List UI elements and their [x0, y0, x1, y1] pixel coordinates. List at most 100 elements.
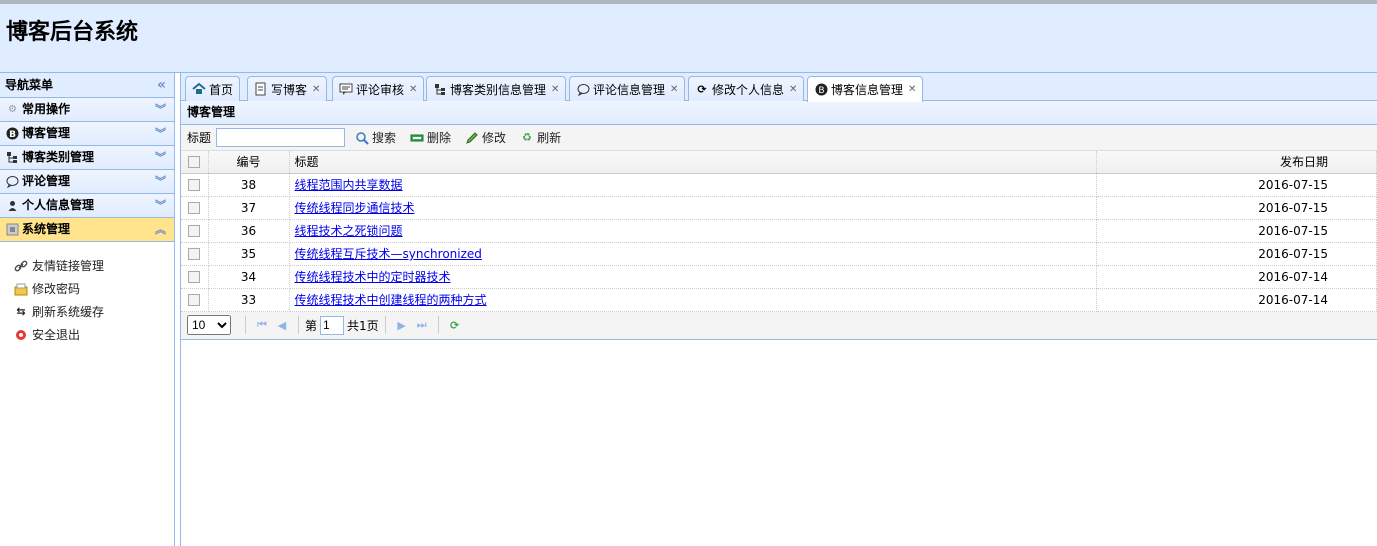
expand-icon[interactable]: ︾	[155, 146, 166, 169]
exit-icon	[14, 328, 28, 342]
page-prefix-label: 第	[305, 318, 318, 333]
collapse-icon[interactable]: ︽	[155, 218, 166, 241]
prev-page-icon[interactable]: ◀	[272, 315, 292, 335]
home-icon	[192, 82, 206, 96]
menu-item-change-password[interactable]: 修改密码	[0, 277, 174, 300]
select-all-cell[interactable]	[181, 151, 209, 174]
row-title-link[interactable]: 传统线程技术中创建线程的两种方式	[295, 293, 487, 307]
title-filter-label: 标题	[187, 131, 212, 145]
separator	[245, 316, 246, 334]
expand-icon[interactable]: ︾	[155, 98, 166, 121]
close-icon[interactable]: ✕	[551, 84, 559, 95]
expand-icon[interactable]: ︾	[155, 122, 166, 145]
table-row[interactable]: 35 传统线程互斥技术—synchronized 2016-07-15	[181, 242, 1377, 266]
tab-label: 博客信息管理	[831, 83, 904, 97]
table-row[interactable]: 38 线程范围内共享数据 2016-07-15	[181, 173, 1377, 197]
review-icon	[339, 82, 353, 96]
section-common-ops[interactable]: ⚙ 常用操作 ︾	[0, 98, 174, 122]
delete-button[interactable]: 删除	[410, 129, 451, 146]
pencil-icon	[465, 131, 479, 145]
row-id: 35	[208, 242, 290, 266]
section-blog-category[interactable]: 博客类别管理 ︾	[0, 146, 174, 170]
row-title-link[interactable]: 线程技术之死锁问题	[295, 224, 403, 238]
search-label: 搜索	[372, 131, 397, 145]
page-total-label: 共1页	[347, 318, 379, 333]
header-title[interactable]: 标题	[289, 151, 1097, 174]
row-title-link[interactable]: 线程范围内共享数据	[295, 178, 403, 192]
table-row[interactable]: 33 传统线程技术中创建线程的两种方式 2016-07-14	[181, 288, 1377, 312]
tab-blog-info[interactable]: B 博客信息管理 ✕	[807, 76, 924, 102]
first-page-icon[interactable]: ⏮	[252, 315, 272, 335]
tab-write-blog[interactable]: 写博客 ✕	[247, 76, 328, 101]
menu-item-label: 安全退出	[32, 328, 81, 342]
header-id[interactable]: 编号	[208, 151, 290, 174]
row-checkbox[interactable]	[188, 294, 201, 306]
refresh-cache-icon: ⇆	[16, 305, 26, 318]
row-checkbox[interactable]	[188, 225, 201, 237]
next-page-icon[interactable]: ▶	[392, 315, 412, 335]
header-date[interactable]: 发布日期	[1096, 151, 1377, 174]
tab-blog-category-info[interactable]: 博客类别信息管理 ✕	[426, 76, 567, 101]
menu-item-logout[interactable]: 安全退出	[0, 323, 174, 346]
row-title-link[interactable]: 传统线程同步通信技术	[295, 201, 415, 215]
menu-item-friend-links[interactable]: 友情链接管理	[0, 254, 174, 277]
page-size-select[interactable]: 10	[187, 315, 231, 335]
reload-icon[interactable]: ⟳	[445, 315, 465, 335]
menu-item-refresh-cache[interactable]: ⇆ 刷新系统缓存	[0, 300, 174, 323]
tree-icon	[6, 151, 19, 164]
row-checkbox[interactable]	[188, 271, 201, 283]
row-id: 34	[208, 265, 290, 289]
tab-comment-info[interactable]: 评论信息管理 ✕	[569, 76, 686, 101]
collapse-left-icon[interactable]: «	[157, 73, 166, 97]
tab-label: 评论审核	[356, 82, 405, 97]
close-icon[interactable]: ✕	[908, 84, 916, 95]
row-title-link[interactable]: 传统线程互斥技术—synchronized	[295, 247, 482, 261]
section-label: 博客类别管理	[22, 150, 95, 164]
row-checkbox[interactable]	[188, 179, 201, 191]
row-title-link[interactable]: 传统线程技术中的定时器技术	[295, 270, 451, 284]
main-content: 首页 写博客 ✕ 评论审核 ✕ 博客类别信息管理 ✕ 评论信息管理 ✕ ⟳ 修改…	[180, 73, 1377, 546]
blog-icon: B	[814, 83, 828, 97]
tab-home[interactable]: 首页	[185, 76, 241, 101]
section-personal-info[interactable]: 个人信息管理 ︾	[0, 194, 174, 218]
row-id: 36	[208, 219, 290, 243]
tab-edit-profile[interactable]: ⟳ 修改个人信息 ✕	[688, 76, 805, 101]
edit-button[interactable]: 修改	[465, 129, 506, 146]
table-row[interactable]: 36 线程技术之死锁问题 2016-07-15	[181, 219, 1377, 243]
page-number-input[interactable]	[320, 315, 345, 335]
section-comment[interactable]: 评论管理 ︾	[0, 170, 174, 194]
pagination-bar: 10 ⏮ ◀ 第 共1页 ▶ ⏭ ⟳	[181, 311, 1377, 340]
refresh-button[interactable]: ♻ 刷新	[520, 129, 561, 146]
row-date: 2016-07-14	[1096, 265, 1377, 289]
row-date: 2016-07-15	[1096, 173, 1377, 197]
expand-icon[interactable]: ︾	[155, 170, 166, 193]
close-icon[interactable]: ✕	[312, 84, 320, 95]
tab-label: 写博客	[271, 82, 308, 97]
row-checkbox[interactable]	[188, 202, 201, 214]
panel-title: 博客管理	[181, 101, 1377, 125]
close-icon[interactable]: ✕	[789, 84, 797, 95]
expand-icon[interactable]: ︾	[155, 194, 166, 217]
search-button[interactable]: 搜索	[355, 129, 396, 146]
nav-title: 导航菜单 «	[0, 73, 174, 98]
row-date: 2016-07-15	[1096, 219, 1377, 243]
delete-label: 删除	[427, 131, 452, 145]
row-checkbox[interactable]	[188, 248, 201, 260]
last-page-icon[interactable]: ⏭	[412, 315, 432, 335]
section-system[interactable]: 系统管理 ︽	[0, 218, 174, 242]
refresh-label: 刷新	[537, 131, 562, 145]
section-blog-management[interactable]: B 博客管理 ︾	[0, 122, 174, 146]
tree-icon	[433, 82, 447, 96]
close-icon[interactable]: ✕	[670, 84, 678, 95]
tab-comment-review[interactable]: 评论审核 ✕	[332, 76, 425, 101]
close-icon[interactable]: ✕	[409, 84, 417, 95]
menu-item-label: 刷新系统缓存	[32, 305, 105, 319]
select-all-checkbox[interactable]	[188, 156, 201, 169]
row-date: 2016-07-15	[1096, 242, 1377, 266]
row-id: 33	[208, 288, 290, 312]
delete-icon	[410, 131, 424, 145]
table-row[interactable]: 37 传统线程同步通信技术 2016-07-15	[181, 196, 1377, 220]
title-search-input[interactable]	[216, 128, 346, 147]
system-icon	[6, 223, 19, 236]
table-row[interactable]: 34 传统线程技术中的定时器技术 2016-07-14	[181, 265, 1377, 289]
